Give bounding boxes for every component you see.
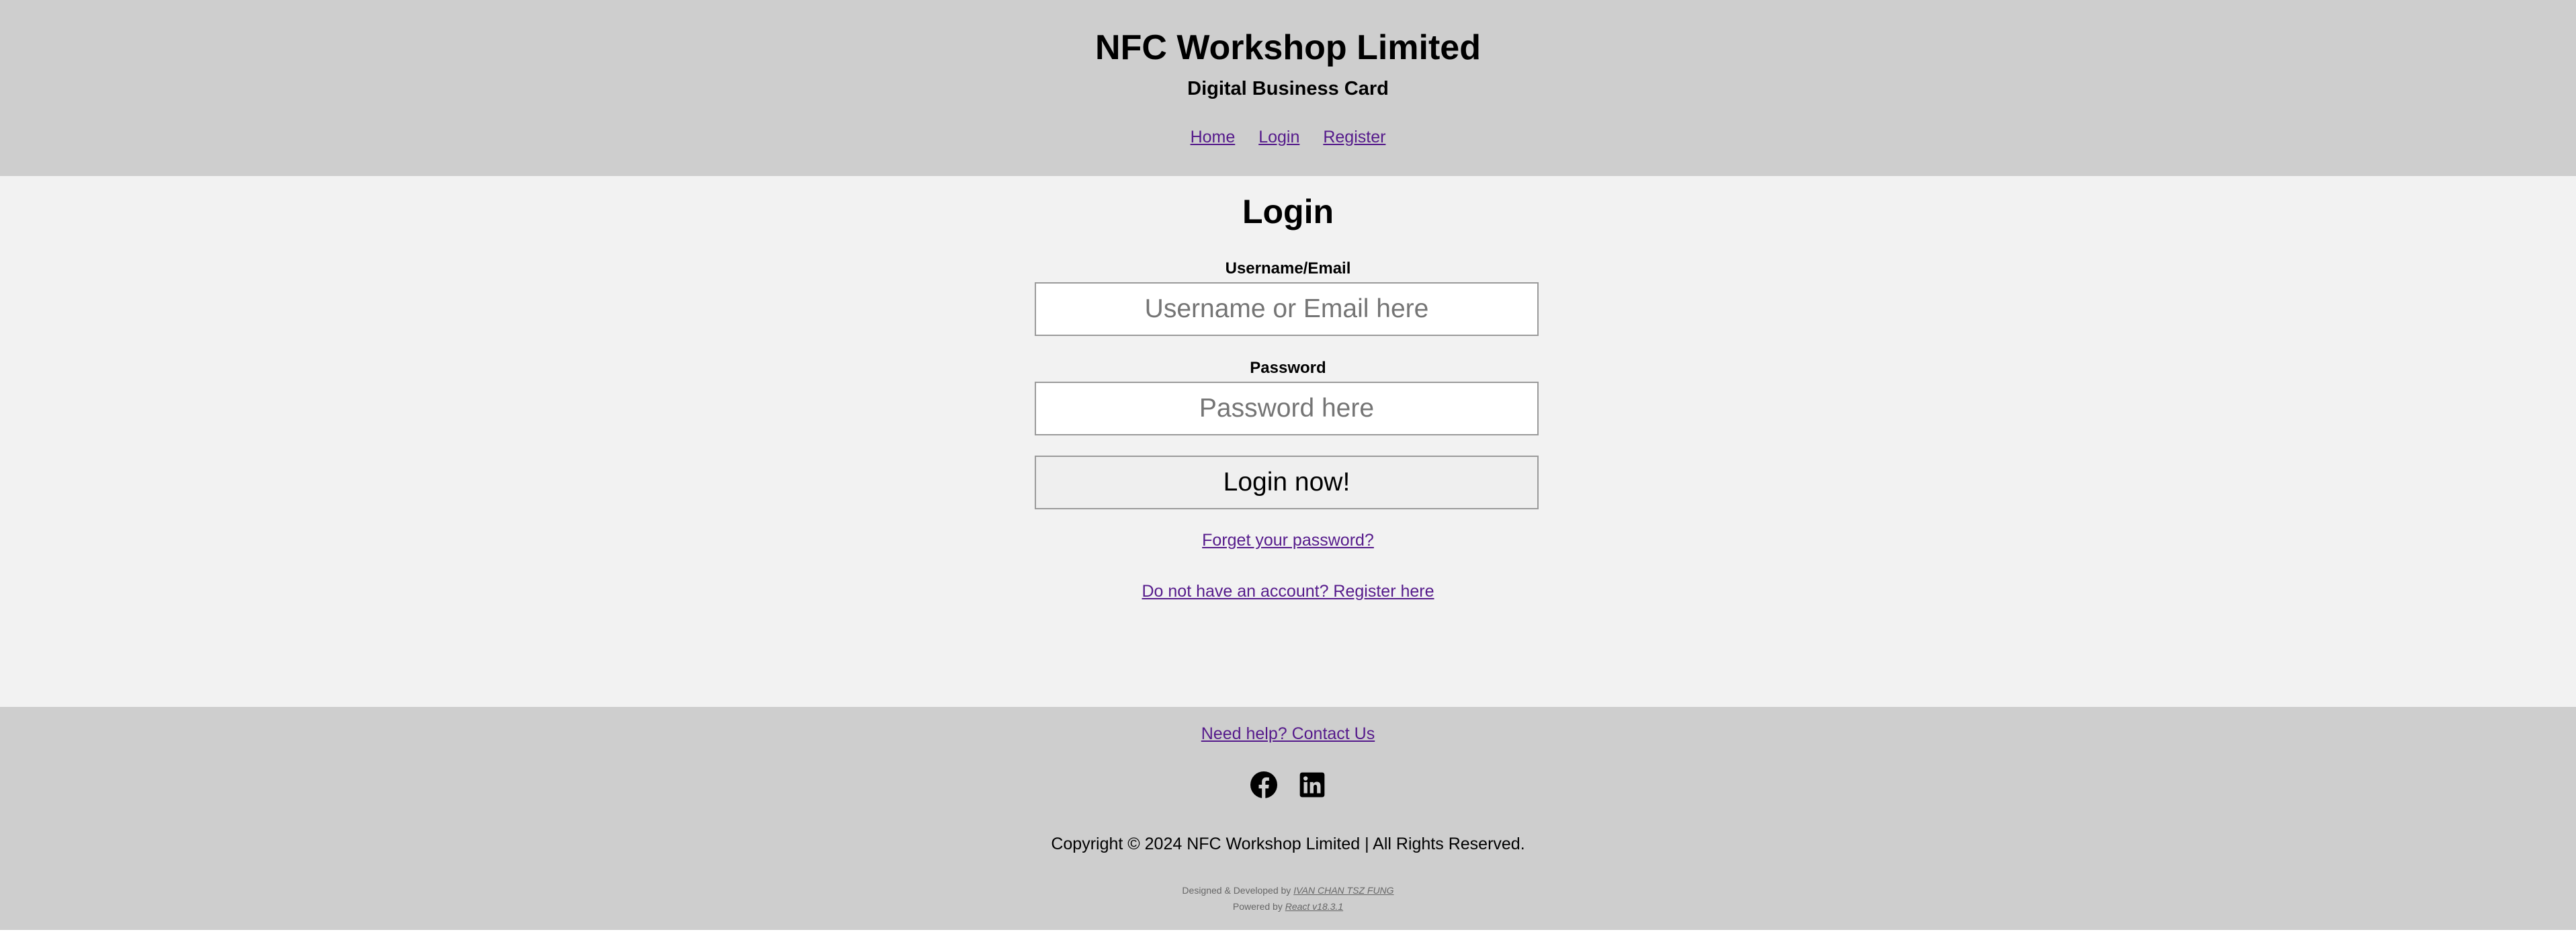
contact-us-link[interactable]: Need help? Contact Us bbox=[1201, 724, 1375, 743]
powered-by-credit: Powered by React v18.3.1 bbox=[0, 899, 2576, 914]
copyright-text: Copyright © 2024 NFC Workshop Limited | … bbox=[1051, 835, 1525, 853]
login-button[interactable]: Login now! bbox=[1035, 456, 1539, 509]
login-section: Login Username/Email Password Login now!… bbox=[0, 176, 2576, 707]
username-label: Username/Email bbox=[1225, 259, 1351, 278]
nav-register-link[interactable]: Register bbox=[1323, 128, 1385, 146]
facebook-icon bbox=[1250, 771, 1277, 798]
linkedin-icon bbox=[1299, 772, 1325, 798]
linkedin-link[interactable] bbox=[1299, 771, 1326, 798]
main-nav: Home Login Register bbox=[0, 125, 2576, 149]
page-bottom-edge bbox=[0, 930, 2576, 934]
nav-login-link[interactable]: Login bbox=[1258, 128, 1299, 146]
designer-credit-prefix: Designed & Developed by bbox=[1182, 885, 1291, 896]
designer-credit: Designed & Developed by IVAN CHAN TSZ FU… bbox=[0, 883, 2576, 898]
username-input[interactable] bbox=[1035, 282, 1539, 336]
facebook-link[interactable] bbox=[1250, 771, 1277, 798]
page-title: Login bbox=[1242, 193, 1334, 230]
site-subtitle: Digital Business Card bbox=[1187, 78, 1389, 99]
social-links bbox=[0, 771, 2576, 805]
designer-link[interactable]: IVAN CHAN TSZ FUNG bbox=[1293, 885, 1393, 896]
register-here-link[interactable]: Do not have an account? Register here bbox=[1142, 582, 1434, 601]
react-version-link[interactable]: React v18.3.1 bbox=[1285, 901, 1343, 912]
site-footer: Need help? Contact Us Copyright © 2024 N… bbox=[0, 707, 2576, 930]
site-header: NFC Workshop Limited Digital Business Ca… bbox=[0, 0, 2576, 176]
nav-home-link[interactable]: Home bbox=[1191, 128, 1236, 146]
powered-by-prefix: Powered by bbox=[1232, 901, 1283, 912]
forgot-password-link[interactable]: Forget your password? bbox=[1202, 531, 1374, 550]
password-label: Password bbox=[1250, 359, 1326, 377]
password-input[interactable] bbox=[1035, 382, 1539, 435]
site-title: NFC Workshop Limited bbox=[1095, 28, 1481, 67]
